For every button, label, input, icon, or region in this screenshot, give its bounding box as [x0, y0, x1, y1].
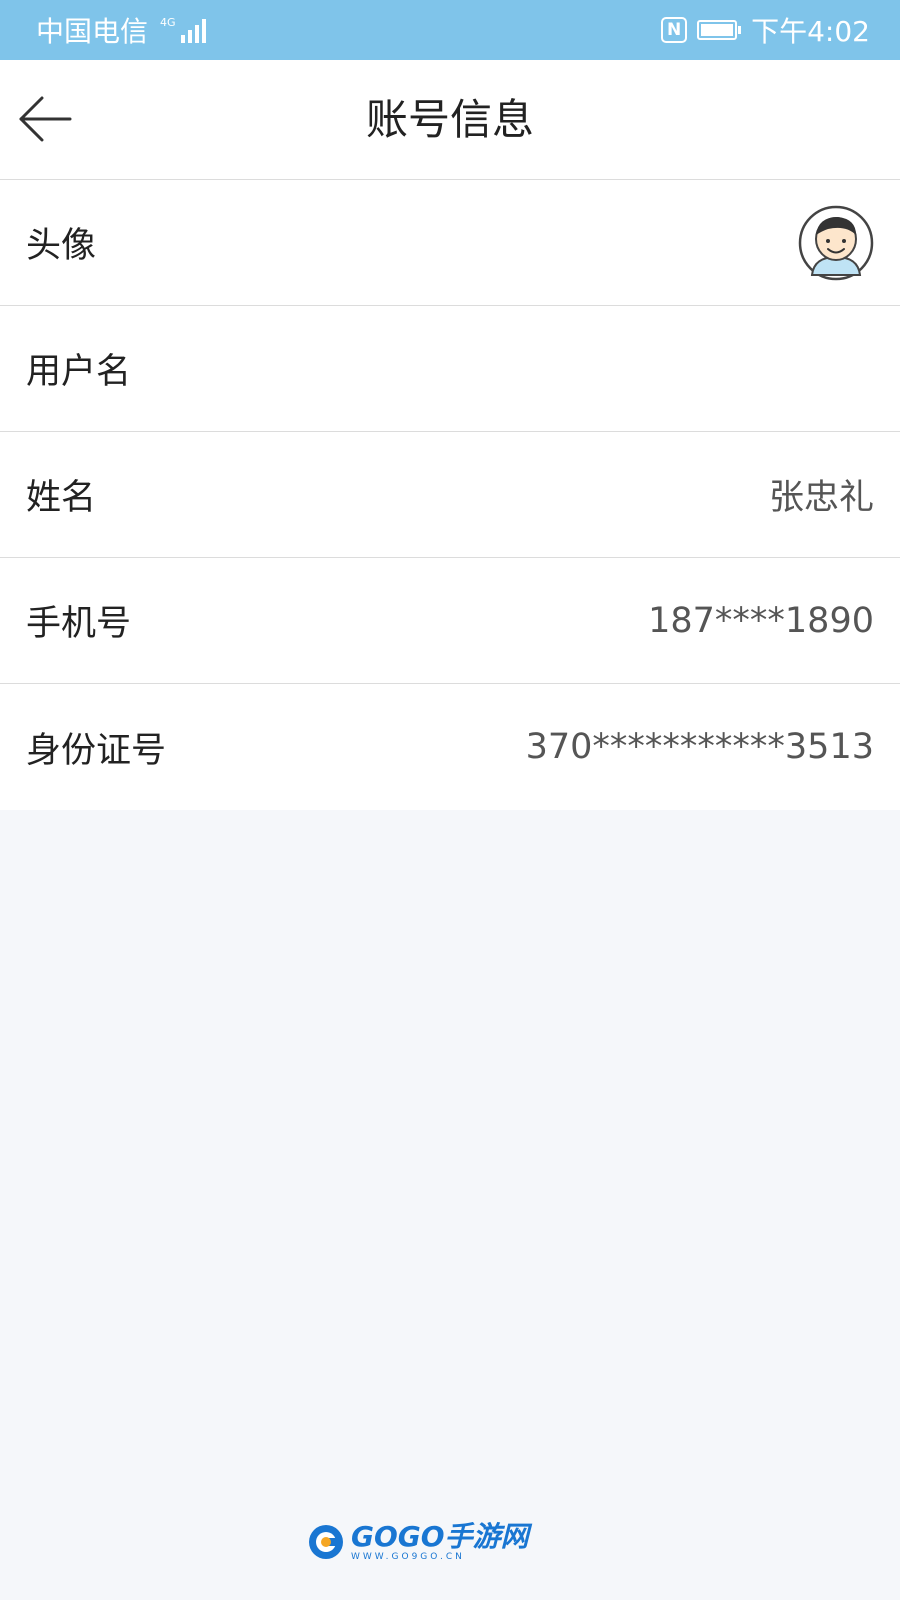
clock: 下午4:02	[751, 15, 870, 48]
status-bar: 中国电信 4G N 下午4:02	[0, 0, 900, 60]
account-info-list: 头像 用户名 姓名 张忠礼 手机号 187****1890 身份证号 370**…	[0, 180, 900, 810]
phone-label: 手机号	[26, 604, 132, 644]
carrier-label: 中国电信	[36, 15, 149, 48]
id-number-label: 身份证号	[26, 730, 167, 771]
watermark-text: GOGO手游网 WWW.GO9GO.CN	[351, 1520, 529, 1563]
network-type-label: 4G	[160, 16, 176, 29]
watermark-url: WWW.GO9GO.CN	[351, 1552, 465, 1562]
avatar-label: 头像	[26, 226, 97, 266]
battery-icon	[697, 20, 742, 40]
name-value: 张忠礼	[768, 478, 874, 518]
watermark-logo-icon	[309, 1525, 343, 1559]
phone-value: 187****1890	[648, 600, 874, 641]
avatar[interactable]	[798, 205, 874, 281]
status-bar-left: 中国电信 4G	[36, 10, 206, 50]
row-username[interactable]: 用户名	[0, 306, 900, 432]
name-label: 姓名	[26, 478, 97, 518]
signal-icon: 4G	[160, 17, 206, 43]
top-app-bar: 账号信息	[0, 60, 900, 180]
row-name[interactable]: 姓名 张忠礼	[0, 432, 900, 558]
row-phone[interactable]: 手机号 187****1890	[0, 558, 900, 684]
row-id-number[interactable]: 身份证号 370***********3513	[0, 684, 900, 810]
nfc-icon: N	[661, 17, 688, 43]
row-avatar[interactable]: 头像	[0, 180, 900, 306]
watermark: GOGO手游网 WWW.GO9GO.CN	[307, 1522, 529, 1562]
page-title: 账号信息	[365, 95, 534, 144]
status-bar-right: N 下午4:02	[661, 10, 870, 50]
username-label: 用户名	[26, 352, 132, 392]
id-number-value: 370***********3513	[525, 727, 874, 767]
watermark-title: GOGO手游网	[351, 1520, 529, 1553]
